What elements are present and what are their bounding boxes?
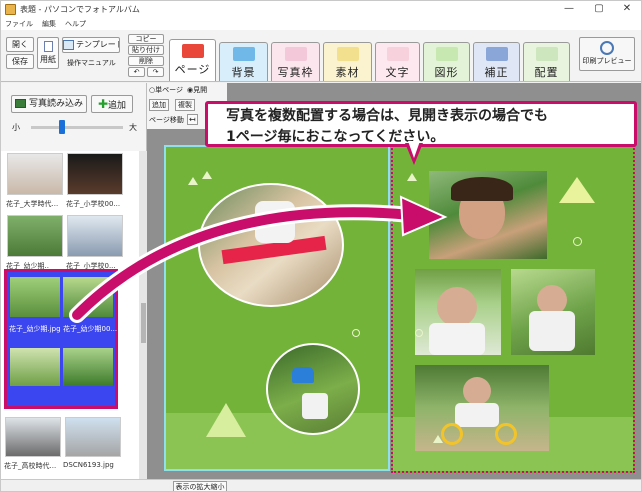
callout-line-2: 1ページ毎におこなってください。 [226, 129, 445, 145]
zoom-button[interactable]: 表示の拡大縮小 [173, 481, 227, 491]
callout-tail-inner [408, 141, 420, 158]
app-window: 表題 - パソコンでフォトアルバム — ▢ ✕ ファイル 編集 ヘルプ 開く 保… [0, 0, 642, 492]
instruction-arrow [69, 195, 448, 323]
callout-line-1: 写真を複数配置する場合は、見開き表示の場合でも [226, 108, 548, 124]
status-bar: 表示の拡大縮小 [1, 479, 641, 491]
instruction-callout: 写真を複数配置する場合は、見開き表示の場合でも 1ページ毎におこなってください。 [205, 101, 637, 147]
